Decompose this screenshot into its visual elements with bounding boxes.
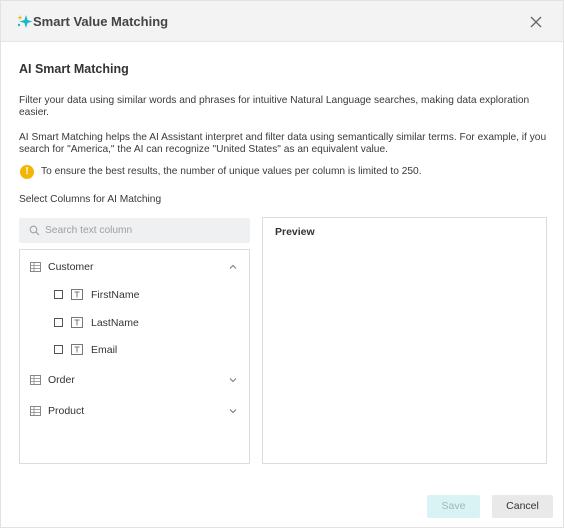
text-field-icon [71, 289, 83, 300]
preview-panel: Preview [262, 217, 547, 464]
chevron-up-icon[interactable] [229, 264, 237, 270]
warning-text: To ensure the best results, the number o… [41, 166, 422, 177]
table-icon [30, 375, 41, 385]
table-icon [30, 406, 41, 416]
sparkle-icon [17, 15, 33, 28]
close-icon[interactable] [529, 15, 543, 29]
field-row-lastname: LastName [20, 312, 249, 334]
tree-item-customer[interactable]: Customer [20, 256, 249, 278]
email-checkbox[interactable] [54, 345, 63, 354]
chevron-down-icon[interactable] [229, 377, 237, 383]
tree-item-label: Product [48, 405, 85, 417]
field-label: Email [91, 344, 118, 356]
select-columns-label: Select Columns for AI Matching [19, 194, 162, 205]
dialog-header: Smart Value Matching [1, 1, 563, 42]
chevron-down-icon[interactable] [229, 408, 237, 414]
field-label: FirstName [91, 289, 140, 301]
text-field-icon [71, 317, 83, 328]
description-paragraph: Filter your data using similar words and… [19, 95, 530, 118]
search-input[interactable] [45, 222, 245, 239]
search-box [19, 218, 250, 243]
field-row-email: Email [20, 339, 249, 361]
smart-value-matching-dialog: Smart Value Matching AI Smart Matching F… [0, 0, 564, 528]
section-title: AI Smart Matching [19, 62, 129, 76]
firstname-checkbox[interactable] [54, 290, 63, 299]
preview-title: Preview [275, 226, 315, 238]
tree-item-label: Order [48, 374, 75, 386]
field-row-firstname: FirstName [20, 284, 249, 306]
tree-item-product[interactable]: Product [20, 400, 249, 422]
column-tree: Customer FirstName LastName Email Order … [19, 249, 250, 464]
search-icon [29, 225, 40, 236]
save-button[interactable]: Save [427, 495, 480, 518]
dialog-title: Smart Value Matching [33, 14, 169, 29]
text-field-icon [71, 344, 83, 355]
table-icon [30, 262, 41, 272]
tree-item-label: Customer [48, 261, 94, 273]
explanation-paragraph: AI Smart Matching helps the AI Assistant… [19, 132, 547, 155]
cancel-button[interactable]: Cancel [492, 495, 553, 518]
warning-icon: ! [20, 165, 34, 179]
field-label: LastName [91, 317, 139, 329]
tree-item-order[interactable]: Order [20, 369, 249, 391]
lastname-checkbox[interactable] [54, 318, 63, 327]
